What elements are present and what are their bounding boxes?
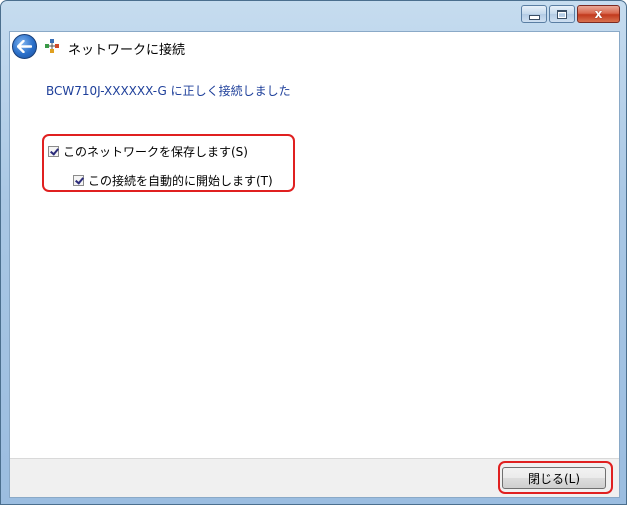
dialog-window: x ネットワークに接続 BCW710J-XXXXXX-G に正しく接続しました <box>0 0 627 505</box>
back-button[interactable] <box>12 34 37 59</box>
connection-success-message: BCW710J-XXXXXX-G に正しく接続しました <box>46 84 291 98</box>
page-title: ネットワークに接続 <box>68 43 186 58</box>
maximize-icon <box>557 9 567 19</box>
close-button[interactable]: 閉じる(L) <box>502 467 606 489</box>
title-bar[interactable]: x <box>1 1 626 31</box>
auto-connect-option[interactable]: この接続を自動的に開始します(T) <box>73 172 273 189</box>
window-close-button[interactable]: x <box>577 5 620 23</box>
auto-connect-label: この接続を自動的に開始します(T) <box>88 174 273 188</box>
save-network-option[interactable]: このネットワークを保存します(S) <box>48 143 248 160</box>
network-icon <box>45 39 59 53</box>
dialog-footer: 閉じる(L) <box>10 458 619 497</box>
close-icon: x <box>594 7 603 21</box>
save-network-checkbox[interactable] <box>48 146 59 157</box>
save-network-label: このネットワークを保存します(S) <box>63 145 248 159</box>
back-arrow-icon <box>17 40 32 53</box>
caption-buttons: x <box>521 5 620 23</box>
minimize-button[interactable] <box>521 5 547 23</box>
maximize-button[interactable] <box>549 5 575 23</box>
header-bar: ネットワークに接続 <box>10 32 619 62</box>
dialog-client-area: ネットワークに接続 BCW710J-XXXXXX-G に正しく接続しました この… <box>9 31 620 498</box>
minimize-icon <box>528 14 540 20</box>
auto-connect-checkbox[interactable] <box>73 175 84 186</box>
